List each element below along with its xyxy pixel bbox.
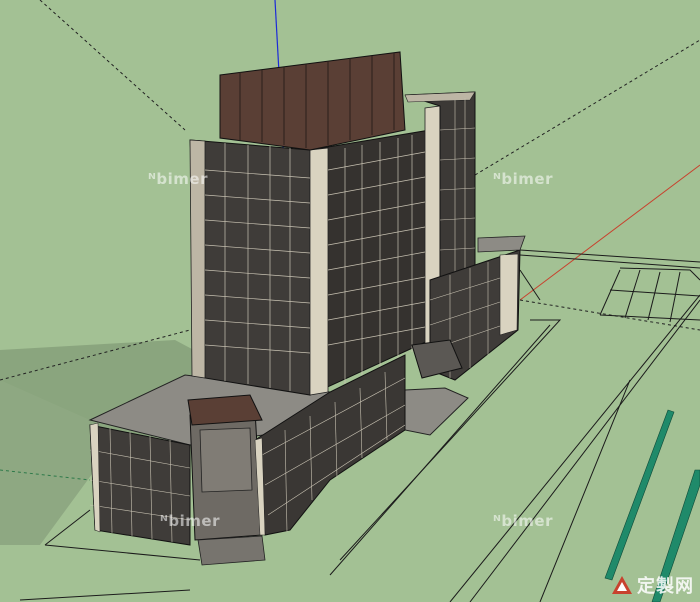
3d-scene[interactable] xyxy=(0,0,700,602)
green-curb-1 xyxy=(604,409,675,581)
podium-steps xyxy=(197,535,266,566)
watermark: ᴺbimer xyxy=(148,170,208,188)
brand-watermark: 定製网 xyxy=(611,572,694,598)
watermark: ᴺbimer xyxy=(493,170,553,188)
inference-line-3 xyxy=(39,0,186,131)
brand-logo-icon xyxy=(612,576,632,594)
modeling-viewport[interactable]: ᴺbimer ᴺbimer ᴺbimer ᴺbimer 定製网 xyxy=(0,0,700,602)
wing-canopy xyxy=(477,235,526,253)
entrance-platform xyxy=(404,387,469,436)
brand-text: 定製网 xyxy=(637,576,694,597)
watermark: ᴺbimer xyxy=(493,512,553,530)
podium-entry-roof xyxy=(187,394,263,426)
podium-entry-glass xyxy=(199,427,253,493)
main-tower xyxy=(189,51,441,396)
tower-rooftop xyxy=(219,51,406,151)
watermark: ᴺbimer xyxy=(160,512,220,530)
wing-gate xyxy=(499,253,519,336)
inference-line-1 xyxy=(469,39,700,179)
